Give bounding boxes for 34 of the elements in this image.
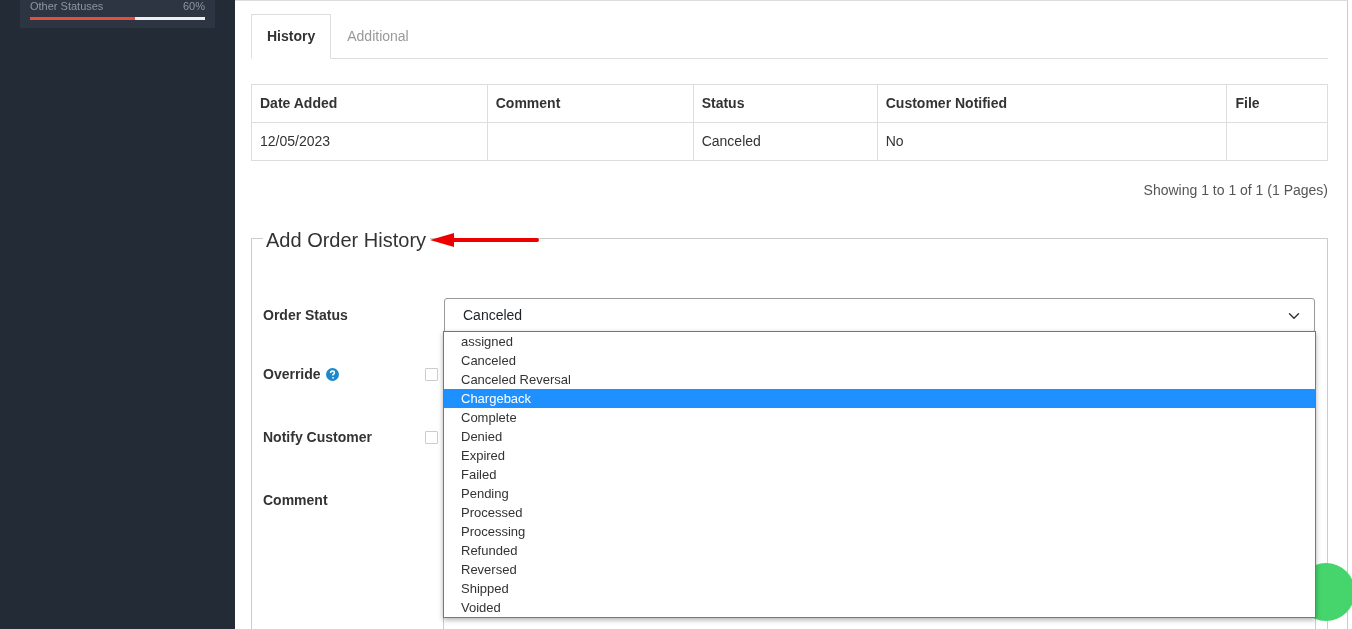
progress-value: 60% xyxy=(182,0,205,14)
dropdown-option[interactable]: Voided xyxy=(444,598,1315,617)
tab[interactable]: History xyxy=(251,14,332,59)
help-icon[interactable] xyxy=(326,368,340,381)
column-header: Comment xyxy=(487,84,694,123)
dropdown-option[interactable]: Pending xyxy=(444,484,1315,503)
column-header: Customer Notified xyxy=(877,84,1227,123)
select-field[interactable]: Canceled xyxy=(444,298,1315,333)
dropdown-option[interactable]: Shipped xyxy=(444,579,1315,598)
checkbox[interactable] xyxy=(425,431,438,444)
dropdown-option[interactable]: Canceled Reversal xyxy=(444,370,1315,389)
dropdown-option[interactable]: Denied xyxy=(444,427,1315,446)
dropdown-option[interactable]: Processed xyxy=(444,503,1315,522)
table-cell: 12/05/2023 xyxy=(260,133,331,149)
dropdown-option[interactable]: assigned xyxy=(444,332,1315,351)
field-label: Comment xyxy=(263,491,329,510)
dropdown-option[interactable]: Expired xyxy=(444,446,1315,465)
column-header: Date Added xyxy=(251,84,488,123)
dropdown-option[interactable]: Refunded xyxy=(444,541,1315,560)
field-label: Notify Customer xyxy=(263,428,373,447)
dropdown-option[interactable]: Complete xyxy=(444,408,1315,427)
dropdown-option[interactable]: Processing xyxy=(444,522,1315,541)
dropdown-option[interactable]: Failed xyxy=(444,465,1315,484)
dropdown-option[interactable]: Canceled xyxy=(444,351,1315,370)
checkbox[interactable] xyxy=(425,368,438,381)
field-label: Order Status xyxy=(263,306,349,325)
column-header: File xyxy=(1226,84,1328,123)
progress-label: Other Statuses xyxy=(30,0,104,14)
table-cell: Canceled xyxy=(701,133,761,149)
table-cell: No xyxy=(885,133,904,149)
dropdown-option[interactable]: Reversed xyxy=(444,560,1315,579)
field-label: Override xyxy=(263,366,321,382)
pagination-text: Showing 1 to 1 of 1 (1 Pages) xyxy=(1142,181,1328,200)
column-header: Status xyxy=(693,84,878,123)
